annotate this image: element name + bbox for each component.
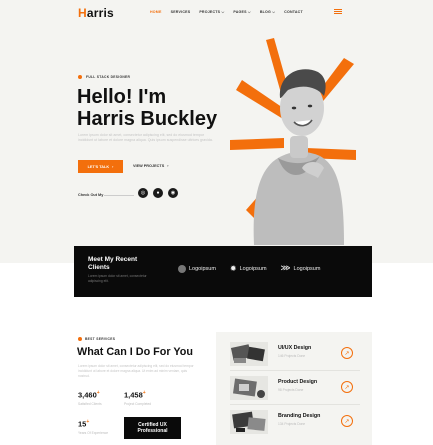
service-name: Branding Design <box>278 413 321 419</box>
sun-logo-icon: ✹ <box>229 264 237 273</box>
services-description: Lorem ipsum dolor sit amet, consectetur … <box>78 364 194 378</box>
service-count: 134 Projects Done <box>278 422 306 426</box>
stat-value: 1,458 <box>124 390 143 400</box>
client-logo-label: Logoipsum <box>189 266 216 272</box>
service-count: 146 Projects Done <box>278 354 306 358</box>
service-item-branding[interactable]: Branding Design 134 Projects Done ↗ <box>230 410 360 434</box>
stat-value: 3,460 <box>78 390 97 400</box>
top-navbar: Harris HOME SERVICES PROJECTS ⌵ PAGES ⌵ … <box>0 0 433 26</box>
hamburger-icon[interactable] <box>334 9 342 14</box>
client-logo: Logoipsum <box>178 265 216 273</box>
nav-item-contact[interactable]: CONTACT <box>284 10 303 14</box>
arrow-circle-icon[interactable]: ↗ <box>341 381 353 393</box>
circle-logo-icon <box>178 265 186 273</box>
divider <box>230 370 360 371</box>
logo-rest: arris <box>86 6 114 20</box>
service-count: 98 Projects Done <box>278 388 304 392</box>
client-logos: Logoipsum ✹ Logoipsum ⋙ Logoipsum <box>178 265 320 273</box>
client-logo-label: Logoipsum <box>239 266 267 272</box>
service-item-uiux[interactable]: UI/UX Design 146 Projects Done ↗ <box>230 342 360 366</box>
hero-title: Hello! I'm Harris Buckley <box>77 86 217 130</box>
badge-dot-icon <box>78 75 82 79</box>
client-logo: ✹ Logoipsum <box>230 265 267 273</box>
check-out-label: Check Out My <box>78 193 104 197</box>
arrow-right-icon: › <box>112 164 114 169</box>
hero-badge: FULL STACK DESIGNER <box>78 75 130 79</box>
social-links: ◎ ● ◉ <box>138 188 178 198</box>
clients-description: Lorem ipsum dolor sit amet, consectetur … <box>88 274 147 283</box>
services-badge-label: BEST SERVICES <box>85 337 116 341</box>
certified-badge: Certified UX Professional <box>124 417 181 439</box>
behance-icon[interactable]: ● <box>153 188 163 198</box>
hero-title-line2: Harris Buckley <box>77 108 218 130</box>
stat-years: 15+ Years Of Experience <box>78 419 108 435</box>
client-logo: ⋙ Logoipsum <box>281 265 321 273</box>
divider <box>104 195 134 196</box>
stat-label: Project Completed <box>124 401 152 406</box>
lets-talk-button[interactable]: LET'S TALK › <box>78 160 123 173</box>
stripes-logo-icon: ⋙ <box>280 265 291 272</box>
nav-item-services[interactable]: SERVICES <box>171 10 191 14</box>
hero-description: Lorem ipsum dolor sit amet, consectetur … <box>78 133 213 142</box>
client-logo-label: Logoipsum <box>293 266 321 272</box>
nav-item-home[interactable]: HOME <box>150 10 162 14</box>
stat-clients: 3,460+ Satisfied Clients <box>78 390 102 406</box>
view-projects-link[interactable]: VIEW PROJECTS › <box>133 164 169 168</box>
main-menu: HOME SERVICES PROJECTS ⌵ PAGES ⌵ BLOG ⌵ … <box>150 10 303 14</box>
services-badge: BEST SERVICES <box>78 337 115 341</box>
portrait-image <box>230 38 356 245</box>
dribbble-icon[interactable]: ◎ <box>138 188 148 198</box>
hero-title-line1: Hello! I'm <box>77 86 167 108</box>
hero-section <box>0 26 433 263</box>
clients-bar: Meet My Recent Clients Lorem ipsum dolor… <box>74 246 372 297</box>
nav-item-pages[interactable]: PAGES ⌵ <box>233 10 250 14</box>
clients-title: Meet My Recent Clients <box>88 256 138 271</box>
stat-label: Satisfied Clients <box>78 401 102 406</box>
service-name: Product Design <box>278 379 318 385</box>
lets-talk-label: LET'S TALK <box>87 164 110 169</box>
services-title: What Can I Do For You <box>77 346 193 358</box>
service-thumbnail <box>230 376 268 400</box>
hero-badge-label: FULL STACK DESIGNER <box>86 75 131 79</box>
service-item-product[interactable]: Product Design 98 Projects Done ↗ <box>230 376 360 400</box>
site-logo[interactable]: Harris <box>78 6 114 20</box>
instagram-icon[interactable]: ◉ <box>168 188 178 198</box>
stat-suffix: + <box>96 390 100 396</box>
nav-item-projects[interactable]: PROJECTS ⌵ <box>199 10 224 14</box>
arrow-circle-icon[interactable]: ↗ <box>341 347 353 359</box>
divider <box>230 404 360 405</box>
service-thumbnail <box>230 342 268 366</box>
nav-item-blog[interactable]: BLOG ⌵ <box>260 10 275 14</box>
stat-suffix: + <box>142 390 146 396</box>
view-projects-label: VIEW PROJECTS <box>133 164 165 168</box>
service-name: UI/UX Design <box>278 345 312 351</box>
stat-suffix: + <box>86 419 90 425</box>
services-list: UI/UX Design 146 Projects Done ↗ Product… <box>216 332 372 445</box>
badge-dot-icon <box>78 337 82 341</box>
arrow-right-icon: › <box>167 164 169 168</box>
logo-initial: H <box>78 6 87 20</box>
service-thumbnail <box>230 410 268 434</box>
arrow-circle-icon[interactable]: ↗ <box>341 415 353 427</box>
stat-label: Years Of Experience <box>78 430 109 435</box>
stat-projects: 1,458+ Project Completed <box>124 390 151 406</box>
certified-line2: Professional <box>137 428 168 434</box>
